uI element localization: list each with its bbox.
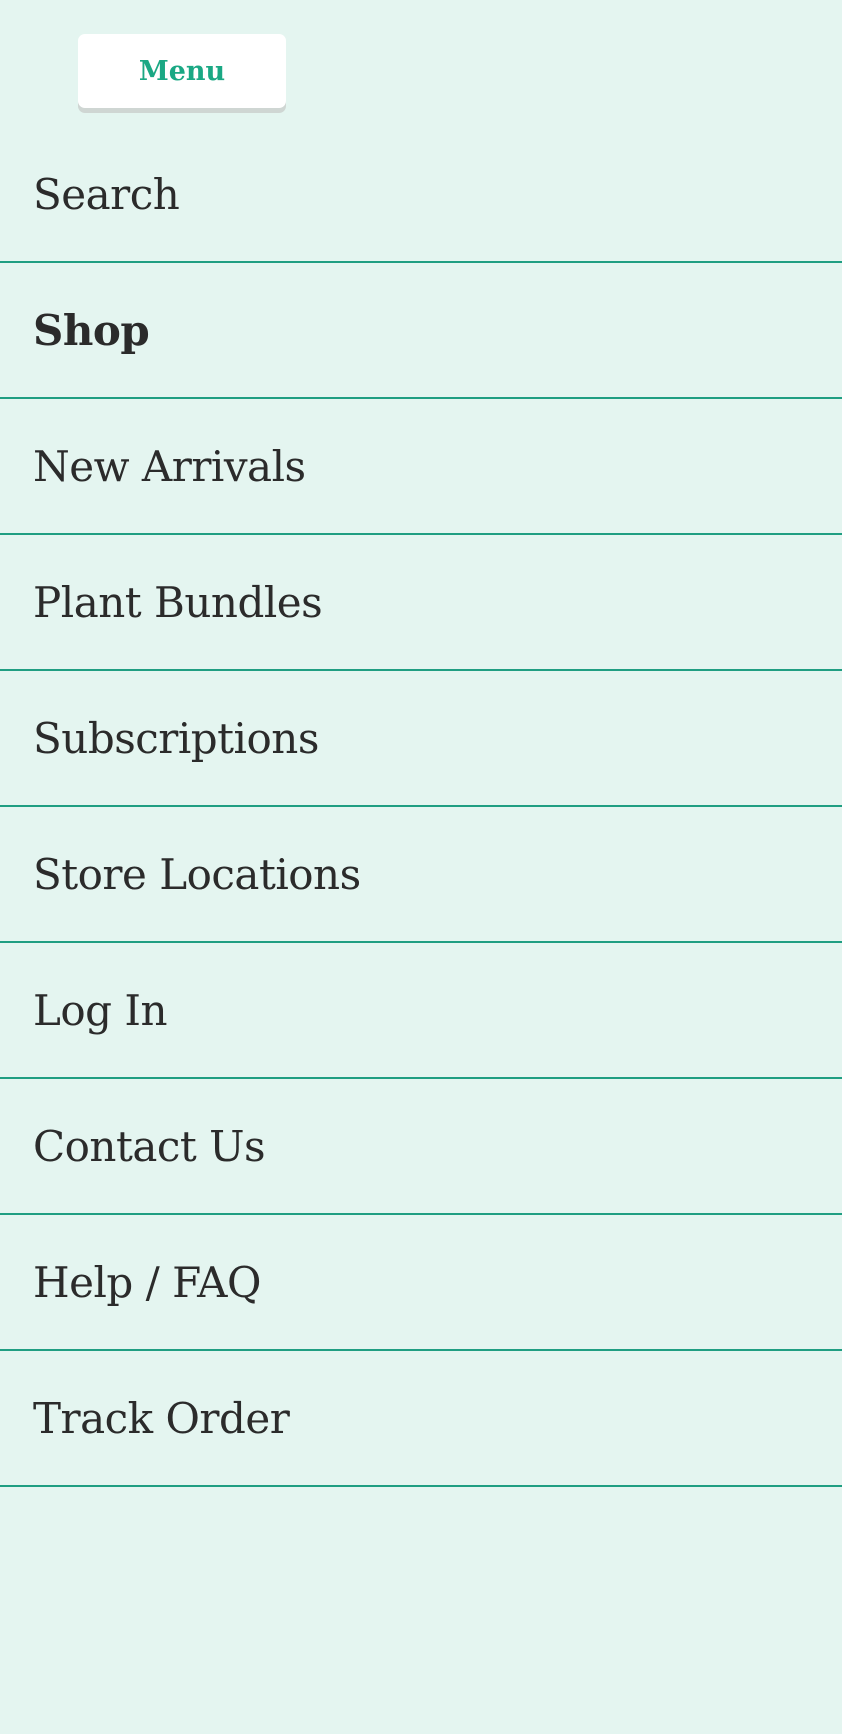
menu-button[interactable]: Menu	[78, 34, 286, 108]
nav-item-label: Plant Bundles	[33, 577, 323, 627]
nav-item-label: Store Locations	[33, 849, 361, 899]
nav-item-label: Help / FAQ	[33, 1257, 261, 1307]
nav-item-track-order[interactable]: Track Order	[0, 1351, 842, 1487]
nav-item-help-faq[interactable]: Help / FAQ	[0, 1215, 842, 1351]
nav-menu-list: Search Shop New Arrivals Plant Bundles S…	[0, 127, 842, 1487]
nav-item-store-locations[interactable]: Store Locations	[0, 807, 842, 943]
nav-item-new-arrivals[interactable]: New Arrivals	[0, 399, 842, 535]
nav-item-subscriptions[interactable]: Subscriptions	[0, 671, 842, 807]
nav-item-label: Log In	[33, 985, 168, 1035]
nav-item-label: Track Order	[33, 1393, 290, 1443]
nav-item-label: Contact Us	[33, 1121, 266, 1171]
nav-item-label: Search	[33, 169, 180, 219]
nav-item-label: Shop	[33, 305, 150, 355]
nav-item-search[interactable]: Search	[0, 127, 842, 263]
nav-item-plant-bundles[interactable]: Plant Bundles	[0, 535, 842, 671]
nav-item-label: Subscriptions	[33, 713, 319, 763]
nav-item-log-in[interactable]: Log In	[0, 943, 842, 1079]
nav-item-shop[interactable]: Shop	[0, 263, 842, 399]
nav-item-contact-us[interactable]: Contact Us	[0, 1079, 842, 1215]
nav-item-label: New Arrivals	[33, 441, 306, 491]
